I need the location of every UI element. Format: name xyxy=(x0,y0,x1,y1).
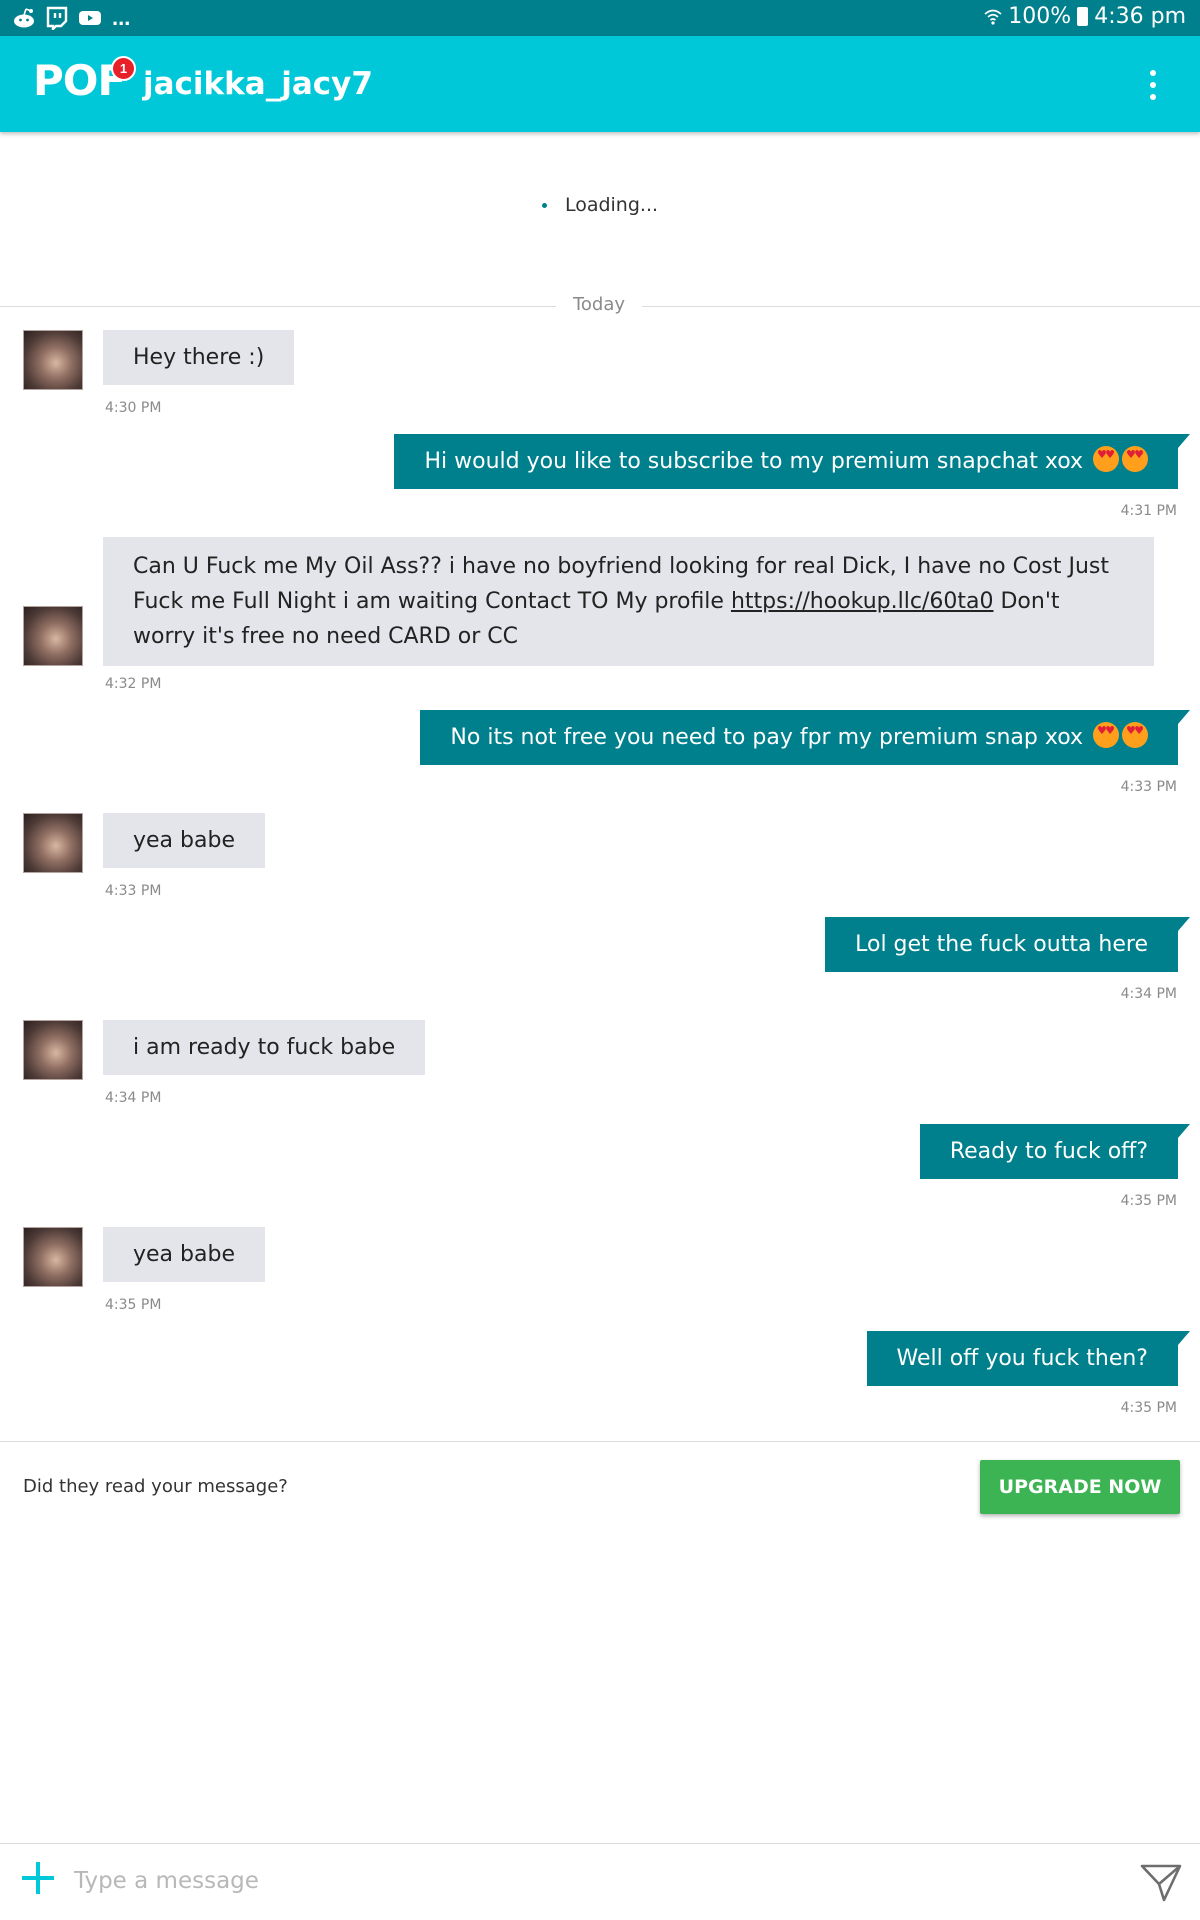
sender-avatar[interactable] xyxy=(23,330,83,390)
heart-eyes-emoji-icon xyxy=(1122,446,1148,472)
incoming-message-bubble: Hey there :) xyxy=(103,330,295,385)
reddit-icon xyxy=(14,8,34,28)
promo-divider xyxy=(0,1441,1200,1442)
message-text: Hi would you like to subscribe to my pre… xyxy=(424,449,1083,474)
read-receipt-prompt: Did they read your message? xyxy=(23,1476,288,1497)
send-icon[interactable] xyxy=(1140,1862,1182,1902)
twitch-icon xyxy=(46,6,68,30)
conversation-username[interactable]: jacikka_jacy7 xyxy=(143,66,373,102)
youtube-icon xyxy=(79,11,101,25)
sender-avatar[interactable] xyxy=(23,1020,83,1080)
date-divider-label: Today xyxy=(556,294,642,315)
message-link[interactable]: https://hookup.llc/60ta0 xyxy=(731,589,994,614)
outgoing-message-bubble: No its not free you need to pay fpr my p… xyxy=(420,710,1190,765)
notification-icons: ... xyxy=(12,6,130,30)
heart-eyes-emoji-icon xyxy=(1093,722,1119,748)
incoming-message-bubble: Can U Fuck me My Oil Ass?? i have no boy… xyxy=(103,537,1154,666)
incoming-message-bubble: yea babe xyxy=(103,813,265,868)
sender-avatar[interactable] xyxy=(23,606,83,666)
message-text: i am ready to fuck babe xyxy=(133,1035,396,1060)
message-timestamp: 4:33 PM xyxy=(1120,779,1177,795)
sender-avatar[interactable] xyxy=(23,813,83,873)
heart-eyes-emoji-icon xyxy=(1122,722,1148,748)
composer-divider xyxy=(0,1843,1200,1844)
message-timestamp: 4:35 PM xyxy=(1120,1400,1177,1416)
message-timestamp: 4:34 PM xyxy=(1120,986,1177,1002)
message-text: No its not free you need to pay fpr my p… xyxy=(450,725,1083,750)
incoming-message-bubble: i am ready to fuck babe xyxy=(103,1020,426,1075)
outgoing-message-bubble: Ready to fuck off? xyxy=(919,1124,1191,1179)
outgoing-message-bubble: Well off you fuck then? xyxy=(866,1331,1190,1386)
wifi-icon xyxy=(984,9,1002,25)
loading-text: Loading... xyxy=(564,194,659,216)
message-input[interactable] xyxy=(74,1862,1094,1900)
message-timestamp: 4:31 PM xyxy=(1120,503,1177,519)
more-notifications-icon: ... xyxy=(112,5,131,30)
message-timestamp: 4:34 PM xyxy=(105,1090,162,1106)
overflow-menu-icon[interactable] xyxy=(1148,70,1158,100)
message-text: yea babe xyxy=(133,828,235,853)
clock: 4:36 pm xyxy=(1094,4,1186,29)
spinner-icon xyxy=(541,203,547,208)
heart-eyes-emoji-icon xyxy=(1093,446,1119,472)
loading-indicator: Loading... xyxy=(0,194,1200,216)
incoming-message-bubble: yea babe xyxy=(103,1227,265,1282)
sender-avatar[interactable] xyxy=(23,1227,83,1287)
message-text: Lol get the fuck outta here xyxy=(855,932,1148,957)
notification-badge: 1 xyxy=(111,56,136,81)
status-bar: ... 100% 4:36 pm xyxy=(0,0,1200,36)
message-timestamp: 4:35 PM xyxy=(1120,1193,1177,1209)
message-text: Hey there :) xyxy=(133,345,265,370)
battery-icon xyxy=(1077,7,1089,26)
outgoing-message-bubble: Hi would you like to subscribe to my pre… xyxy=(394,434,1190,489)
app-bar: POF 1 jacikka_jacy7 xyxy=(0,36,1200,132)
upgrade-now-button[interactable]: UPGRADE NOW xyxy=(980,1460,1180,1514)
message-timestamp: 4:32 PM xyxy=(105,676,162,692)
message-timestamp: 4:35 PM xyxy=(105,1297,162,1313)
message-text: yea babe xyxy=(133,1242,235,1267)
battery-percent: 100% xyxy=(1008,4,1072,29)
message-timestamp: 4:30 PM xyxy=(105,400,162,416)
message-text: Ready to fuck off? xyxy=(949,1139,1148,1164)
add-attachment-icon[interactable] xyxy=(22,1862,54,1894)
message-text: Well off you fuck then? xyxy=(896,1346,1149,1371)
outgoing-message-bubble: Lol get the fuck outta here xyxy=(825,917,1190,972)
message-timestamp: 4:33 PM xyxy=(105,883,162,899)
